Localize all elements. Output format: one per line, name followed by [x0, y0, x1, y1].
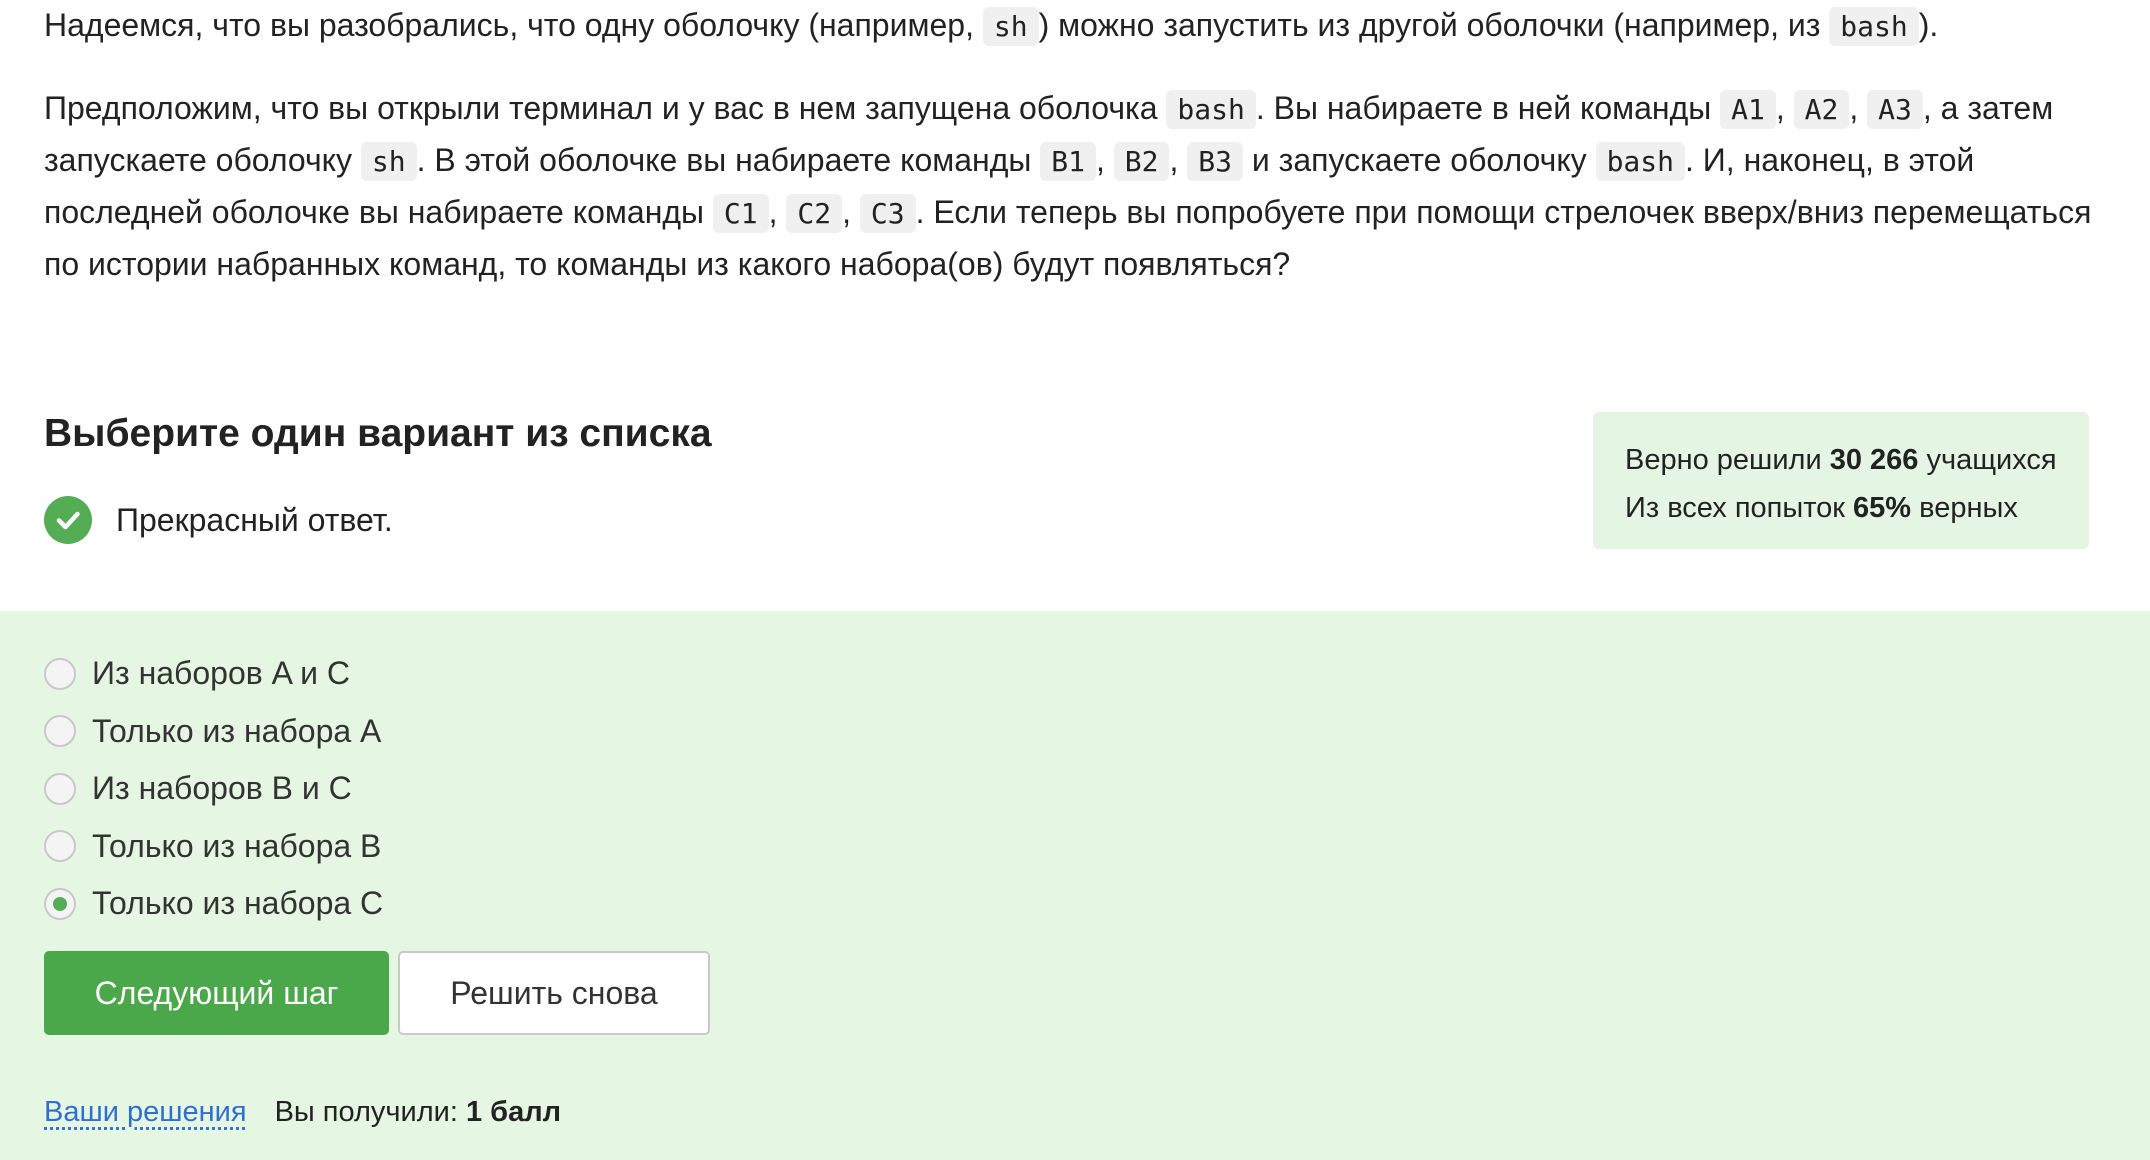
score-label: Вы получили:: [274, 1096, 466, 1128]
radio-button[interactable]: [44, 830, 76, 863]
option-label[interactable]: Из наборов A и C: [92, 655, 350, 692]
code-sh: sh: [360, 142, 417, 181]
code-b2: B2: [1113, 142, 1170, 181]
retry-button[interactable]: Решить снова: [398, 951, 710, 1035]
radio-button[interactable]: [44, 657, 76, 690]
option-item[interactable]: Из наборов A и C: [44, 645, 383, 703]
score: Вы получили: 1 балл: [275, 1096, 561, 1129]
option-label[interactable]: Только из набора B: [92, 828, 381, 865]
option-label[interactable]: Только из набора A: [92, 713, 381, 750]
stats-label: Верно решили: [1625, 444, 1830, 476]
text-fragment: ).: [1918, 7, 1939, 43]
option-item[interactable]: Только из набора B: [44, 818, 383, 876]
text-fragment: ) можно запустить из другой оболочки (на…: [1038, 7, 1830, 43]
code-a1: A1: [1720, 90, 1776, 129]
stats-accuracy-value: 65%: [1853, 492, 1912, 524]
radio-button[interactable]: [44, 772, 76, 805]
radio-button[interactable]: [44, 715, 76, 748]
code-bash: bash: [1166, 90, 1256, 129]
question-text: Надеемся, что вы разобрались, что одну о…: [44, 0, 2104, 290]
separator: ,: [1095, 142, 1114, 178]
code-b3: B3: [1187, 142, 1243, 181]
code-c2: C2: [786, 194, 843, 233]
stats-accuracy: Из всех попыток 65% верных: [1625, 484, 2057, 532]
your-solutions-link[interactable]: Ваши решения: [44, 1096, 247, 1129]
stats-solved: Верно решили 30 266 учащихся: [1625, 436, 2057, 484]
text-fragment: . В этой оболочке вы набираете команды: [416, 142, 1041, 178]
page: Надеемся, что вы разобрались, что одну о…: [0, 0, 2150, 1160]
separator: ,: [1169, 142, 1188, 178]
text-fragment: . Вы набираете в ней команды: [1255, 90, 1721, 126]
option-label[interactable]: Из наборов B и C: [92, 770, 352, 807]
code-a2: A2: [1793, 90, 1850, 129]
code-c1: C1: [712, 194, 769, 233]
separator: ,: [842, 194, 860, 230]
check-icon: [44, 496, 92, 544]
options-list: Из наборов A и C Только из набора A Из н…: [44, 645, 383, 933]
feedback-text: Прекрасный ответ.: [116, 501, 393, 538]
feedback: Прекрасный ответ.: [44, 496, 393, 544]
separator: ,: [1849, 90, 1868, 126]
answer-area: Из наборов A и C Только из набора A Из н…: [0, 611, 2150, 1160]
code-a3: A3: [1867, 90, 1923, 129]
code-bash: bash: [1595, 142, 1685, 181]
stats-label: Из всех попыток: [1625, 492, 1854, 524]
question-paragraph-2: Предположим, что вы открыли терминал и у…: [44, 83, 2104, 290]
option-label[interactable]: Только из набора C: [92, 885, 383, 922]
code-sh: sh: [982, 7, 1039, 46]
radio-button[interactable]: [44, 887, 76, 920]
option-item[interactable]: Только из набора C: [44, 875, 383, 933]
stats-panel: Верно решили 30 266 учащихся Из всех поп…: [1593, 412, 2089, 549]
option-item[interactable]: Только из набора A: [44, 703, 383, 761]
next-step-button[interactable]: Следующий шаг: [44, 951, 389, 1035]
text-fragment: Предположим, что вы открыли терминал и у…: [44, 90, 1167, 126]
question-paragraph-1: Надеемся, что вы разобрались, что одну о…: [44, 0, 2104, 52]
code-b1: B1: [1040, 142, 1096, 181]
separator: ,: [768, 194, 787, 230]
stats-label: верных: [1911, 492, 2018, 524]
stats-label: учащихся: [1918, 444, 2057, 476]
code-bash: bash: [1829, 7, 1919, 46]
select-title: Выберите один вариант из списка: [44, 412, 712, 455]
code-c3: C3: [859, 194, 916, 233]
option-item[interactable]: Из наборов B и C: [44, 760, 383, 818]
score-value: 1 балл: [465, 1096, 562, 1128]
text-fragment: и запускаете оболочку: [1242, 142, 1596, 178]
separator: ,: [1775, 90, 1794, 126]
text-fragment: Надеемся, что вы разобрались, что одну о…: [44, 7, 983, 43]
footer: Ваши решения Вы получили: 1 балл: [44, 1096, 561, 1129]
stats-solved-count: 30 266: [1829, 444, 1919, 476]
